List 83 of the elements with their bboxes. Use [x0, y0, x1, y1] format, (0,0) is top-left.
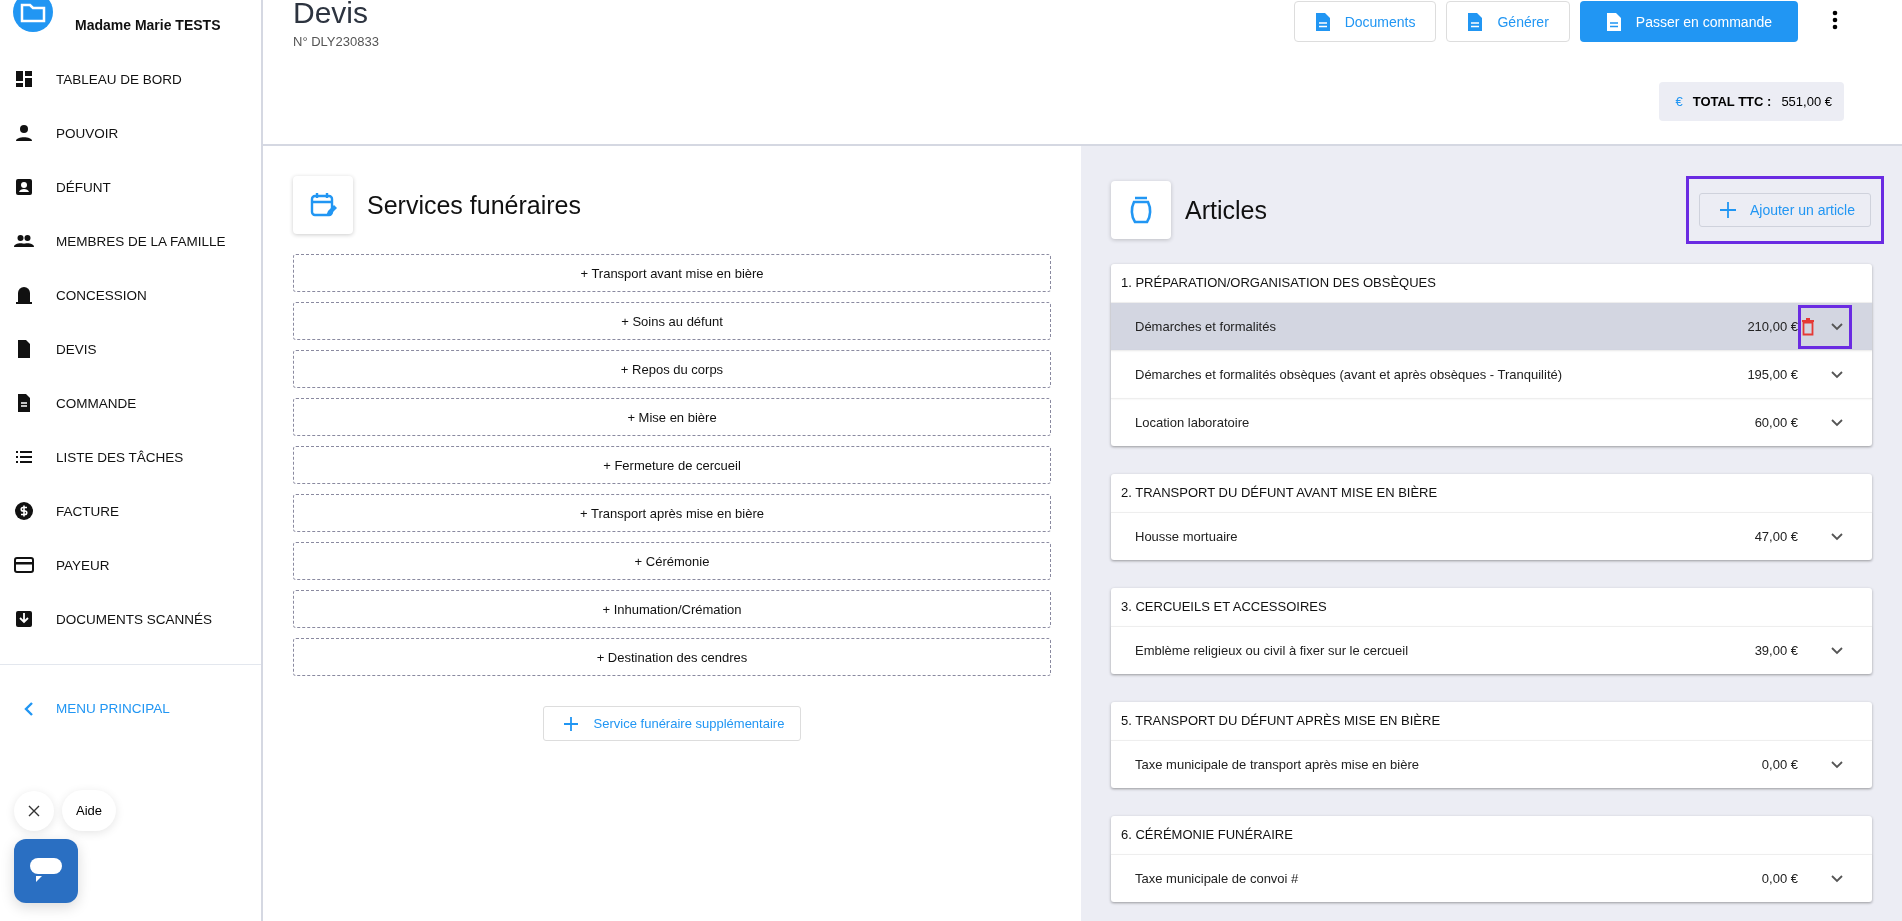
client-name: Madame Marie TESTS: [75, 17, 221, 33]
article-row[interactable]: Démarches et formalités 210,00 €: [1111, 302, 1872, 350]
article-price: 0,00 €: [1761, 871, 1798, 886]
close-icon: [27, 803, 41, 818]
plus-icon: [1719, 202, 1736, 218]
add-service-button[interactable]: + Repos du corps: [293, 350, 1051, 388]
archive-icon: [14, 609, 34, 629]
sidebar-item[interactable]: CONCESSION: [0, 268, 261, 322]
credit-card-icon: [14, 555, 34, 575]
sidebar-item[interactable]: COMMANDE: [0, 376, 261, 430]
add-service-button[interactable]: + Transport après mise en bière: [293, 494, 1051, 532]
dollar-icon: [14, 501, 34, 521]
document-icon: [1605, 11, 1622, 32]
help-bubble[interactable]: Aide: [62, 790, 117, 831]
chevron-left-icon: [24, 701, 34, 716]
article-row[interactable]: Housse mortuaire 47,00 €: [1111, 512, 1872, 560]
folder-avatar-icon: [13, 0, 53, 32]
article-name: Taxe municipale de convoi #: [1135, 871, 1300, 886]
article-row[interactable]: Démarches et formalités obsèques (avant et après obsèques - Tranquilité) 195,00 €: [1111, 350, 1872, 398]
group-title: 1. PRÉPARATION/ORGANISATION DES OBSÈQUES: [1120, 274, 1437, 292]
page-title: Devis: [293, 0, 369, 26]
article-name: Démarches et formalités: [1135, 319, 1277, 334]
quote-number: N° DLY230833: [293, 34, 379, 49]
document-export-icon: [1467, 11, 1484, 32]
add-service-button[interactable]: + Cérémonie: [293, 542, 1051, 580]
article-price: 60,00 €: [1754, 415, 1798, 430]
chat-button[interactable]: [14, 839, 78, 903]
group-title: 3. CERCUEILS ET ACCESSOIRES: [1120, 598, 1328, 616]
add-service-button[interactable]: + Inhumation/Crémation: [293, 590, 1051, 628]
calendar-edit-icon: [293, 176, 353, 234]
section-title: Articles: [1185, 195, 1267, 225]
article-row[interactable]: Location laboratoire 60,00 €: [1111, 398, 1872, 446]
total-value: 551,00 €: [1781, 94, 1832, 109]
section-title: Services funéraires: [367, 190, 581, 220]
article-name: Location laboratoire: [1135, 415, 1251, 430]
article-row[interactable]: Emblème religieux ou civil à fixer sur le cercueil 39,00 €: [1111, 626, 1872, 674]
chevron-down-icon[interactable]: [1831, 874, 1843, 883]
article-price: 210,00 €: [1747, 319, 1798, 334]
add-service-button[interactable]: + Soins au défunt: [293, 302, 1051, 340]
group-title: 5. TRANSPORT DU DÉFUNT APRÈS MISE EN BIÈRE: [1120, 712, 1442, 730]
group-title: 6. CÉRÉMONIE FUNÉRAIRE: [1120, 826, 1294, 844]
article-name: Démarches et formalités obsèques (avant et après obsèques - Tranquilité): [1135, 367, 1564, 382]
article-row[interactable]: Taxe municipale de convoi # 0,00 €: [1111, 854, 1872, 902]
article-row[interactable]: Taxe municipale de transport après mise en bière 0,00 €: [1111, 740, 1872, 788]
tombstone-icon: [14, 285, 34, 305]
group-title: 2. TRANSPORT DU DÉFUNT AVANT MISE EN BIÈRE: [1120, 484, 1439, 502]
sidebar-item[interactable]: DOCUMENTS SCANNÉS: [0, 592, 261, 646]
plus-icon: [563, 716, 578, 731]
sidebar-item[interactable]: FACTURE: [0, 484, 261, 538]
more-vertical-icon: [1832, 10, 1838, 30]
sidebar-item[interactable]: DÉFUNT: [0, 160, 261, 214]
chevron-down-icon[interactable]: [1831, 532, 1843, 541]
sidebar-item[interactable]: TABLEAU DE BORD: [0, 52, 261, 106]
trash-icon[interactable]: [1801, 317, 1815, 336]
sidebar-item[interactable]: LISTE DES TÂCHES: [0, 430, 261, 484]
sidebar-item[interactable]: MEMBRES DE LA FAMILLE: [0, 214, 261, 268]
currency-symbol: €: [1675, 94, 1683, 109]
chevron-down-icon[interactable]: [1831, 370, 1843, 379]
dashboard-icon: [14, 69, 34, 89]
close-button[interactable]: [14, 790, 54, 831]
sidebar-item[interactable]: POUVOIR: [0, 106, 261, 160]
chevron-down-icon[interactable]: [1831, 760, 1843, 769]
article-price: 47,00 €: [1754, 529, 1798, 544]
article-price: 195,00 €: [1747, 367, 1798, 382]
urn-icon: [1111, 181, 1171, 239]
add-service-button[interactable]: + Fermeture de cercueil: [293, 446, 1051, 484]
article-price: 39,00 €: [1754, 643, 1798, 658]
article-name: Taxe municipale de transport après mise en bière: [1135, 757, 1420, 772]
sidebar-item[interactable]: PAYEUR: [0, 538, 261, 592]
article-name: Emblème religieux ou civil à fixer sur le cercueil: [1135, 643, 1410, 658]
document-icon: [1314, 11, 1331, 32]
total-label: TOTAL TTC :: [1692, 94, 1772, 109]
chevron-down-icon[interactable]: [1831, 322, 1843, 331]
add-service-button[interactable]: + Transport avant mise en bière: [293, 254, 1051, 292]
article-name: Housse mortuaire: [1135, 529, 1239, 544]
sidebar-item[interactable]: DEVIS: [0, 322, 261, 376]
contact-card-icon: [14, 177, 34, 197]
add-service-button[interactable]: + Destination des cendres: [293, 638, 1051, 676]
article-price: 0,00 €: [1761, 757, 1798, 772]
chevron-down-icon[interactable]: [1831, 646, 1843, 655]
chevron-down-icon[interactable]: [1831, 418, 1843, 427]
add-service-button[interactable]: + Mise en bière: [293, 398, 1051, 436]
person-icon: [14, 123, 34, 143]
